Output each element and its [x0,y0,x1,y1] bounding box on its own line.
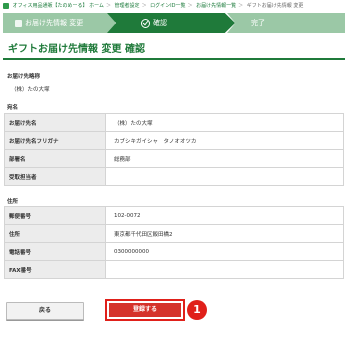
address-table: 郵便番号 102-0072 住所 東京都千代田区飯田橋2 電話番号 030000… [4,206,344,279]
department-label: 部署名 [4,149,106,168]
breadcrumb-login-id-list[interactable]: ログインID一覧 [150,3,185,9]
address-label: 住所 [4,224,106,243]
recipient-kana-value: カブシキガイシャ タノオオツカ [105,131,344,150]
table-row: 部署名 総務部 [4,149,344,168]
check-icon [141,18,150,28]
back-button[interactable]: 戻る [6,302,84,320]
step-complete: 完了 [227,13,345,33]
breadcrumb-separator: ＞ [187,3,193,9]
postal-code-value: 102-0072 [105,206,344,225]
breadcrumb-separator: ＞ [238,3,244,9]
page-title: ギフトお届け先情報 変更 確認 [3,40,345,60]
breadcrumb-admin-settings[interactable]: 管理者設定 [115,3,140,9]
recipient-kana-label: お届け先名フリガナ [4,131,106,150]
table-row: 郵便番号 102-0072 [4,206,344,225]
step-edit-label: お届け先情報 変更 [25,19,84,27]
breadcrumb-separator: ＞ [105,3,111,9]
step-confirm-label: 確認 [153,19,167,27]
receiver-label: 受取担当者 [4,167,106,186]
recipient-name-label: お届け先名 [4,113,106,132]
progress-steps: お届け先情報 変更 完了 確認 [3,13,345,33]
phone-value: 0300000000 [105,242,344,261]
table-row: FAX番号 [4,260,344,279]
step-complete-label: 完了 [251,19,265,27]
postal-code-label: 郵便番号 [4,206,106,225]
fax-value [105,260,344,279]
breadcrumb-destination-list[interactable]: お届け先情報一覧 [196,3,236,9]
destination-code-label: お届け先略称 [7,74,41,80]
register-button[interactable]: 登録する [109,303,181,317]
address-section-label: 住所 [7,199,19,205]
step-marker: 1 [187,300,207,320]
name-table: お届け先名 （株）たの大塚 お届け先名フリガナ カブシキガイシャ タノオオツカ … [4,113,344,186]
edit-icon [15,19,22,27]
breadcrumb-home[interactable]: オフィス用品通販【たのめーる】 ホーム [13,3,104,9]
step-edit: お届け先情報 変更 [3,13,115,33]
home-icon [3,2,9,9]
receiver-value [105,167,344,186]
recipient-name-value: （株）たの大塚 [105,113,344,132]
table-row: お届け先名フリガナ カブシキガイシャ タノオオツカ [4,131,344,150]
table-row: 住所 東京都千代田区飯田橋2 [4,224,344,243]
breadcrumb-current: ギフトお届け先情報 変更 [246,3,304,9]
address-value: 東京都千代田区飯田橋2 [105,224,344,243]
destination-code-value: （株）たの大塚 [11,87,50,93]
breadcrumb: オフィス用品通販【たのめーる】 ホーム＞ 管理者設定＞ ログインID一覧＞ お届… [3,2,345,11]
name-section-label: 宛名 [7,105,19,111]
table-row: 電話番号 0300000000 [4,242,344,261]
table-row: お届け先名 （株）たの大塚 [4,113,344,132]
department-value: 総務部 [105,149,344,168]
breadcrumb-separator: ＞ [141,3,147,9]
table-row: 受取担当者 [4,167,344,186]
fax-label: FAX番号 [4,260,106,279]
phone-label: 電話番号 [4,242,106,261]
submit-highlight: 登録する [105,299,185,321]
step-confirm: 確認 [107,13,235,33]
